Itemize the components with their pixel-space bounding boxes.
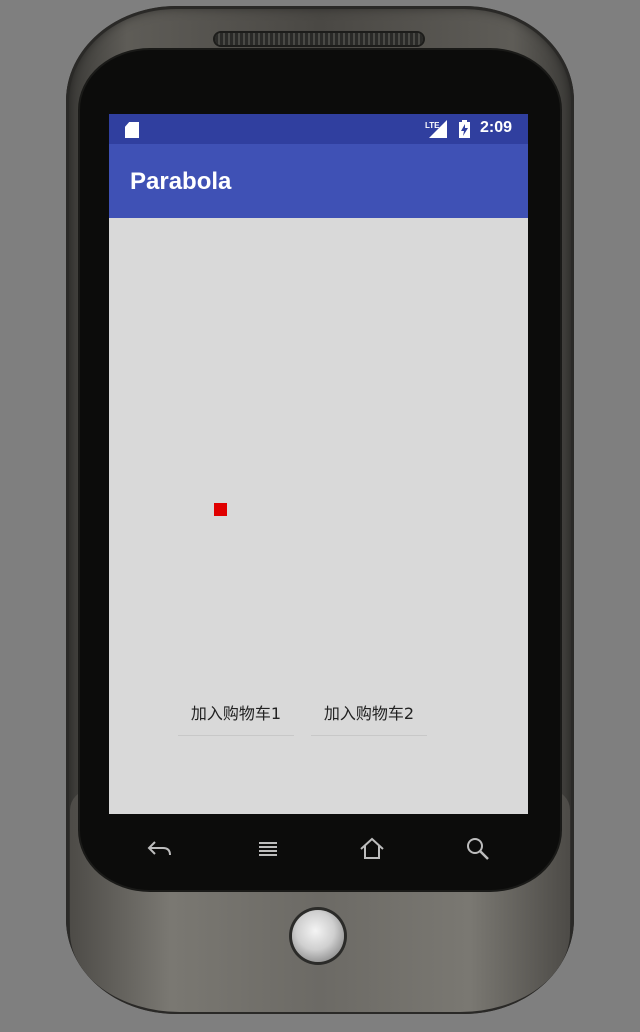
status-time: 2:09 [480,119,513,136]
sd-card-icon [125,122,139,138]
device-screen: LTE 2:09 Parabola 加入购物车1 加入购物车2 [109,114,528,814]
add-to-cart-1-button[interactable]: 加入购物车1 [178,688,294,736]
back-icon[interactable] [145,834,175,864]
menu-icon[interactable] [253,834,283,864]
page-title: Parabola [130,168,232,195]
parabola-moving-item [214,503,227,516]
hardware-trackball-button[interactable] [292,910,344,962]
lte-signal-icon: LTE [425,120,447,138]
hardware-nav-bar [109,814,528,884]
search-icon[interactable] [463,834,493,864]
add-to-cart-2-button[interactable]: 加入购物车2 [311,688,427,736]
app-bar: Parabola [109,144,528,218]
status-bar: LTE 2:09 [109,114,528,144]
svg-text:LTE: LTE [425,121,440,130]
battery-charging-icon [459,120,470,138]
main-content: 加入购物车1 加入购物车2 [109,218,528,814]
earpiece-speaker [215,33,423,45]
home-icon[interactable] [357,834,387,864]
